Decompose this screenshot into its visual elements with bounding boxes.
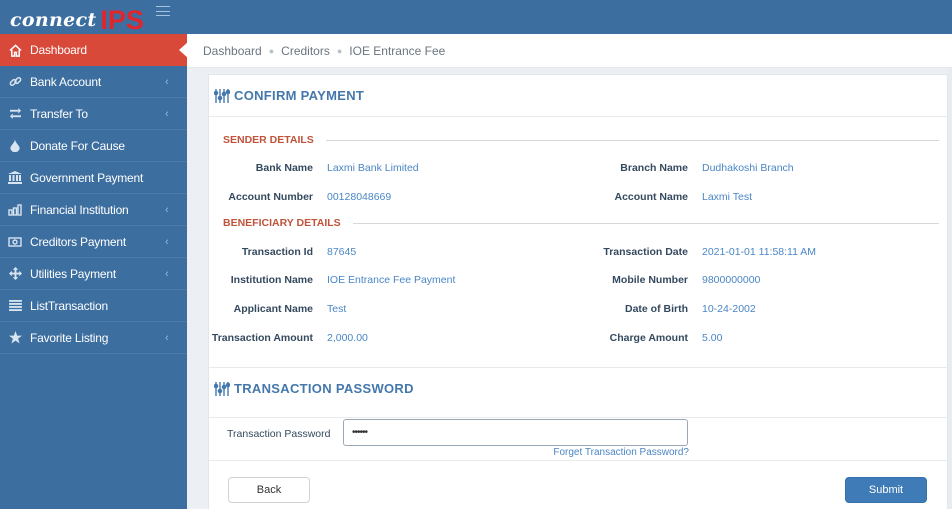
sidebar-item-label: Utilities Payment — [30, 266, 116, 281]
field-value: Laxmi Test — [702, 191, 752, 204]
sidebar-item-label: Creditors Payment — [30, 234, 126, 249]
sidebar: Dashboard Bank Account ‹ Transfer To ‹ Donate… — [0, 34, 188, 509]
field-label: Charge Amount — [609, 331, 688, 344]
confirm-payment-header: CONFIRM PAYMENT — [209, 75, 947, 117]
sidebar-item-bank-account[interactable]: Bank Account ‹ — [0, 66, 187, 98]
field-value: IOE Entrance Fee Payment — [327, 274, 456, 287]
field-value: Test — [327, 303, 347, 316]
breadcrumb-separator: ● — [336, 45, 343, 56]
sidebar-item-label: ListTransaction — [30, 298, 108, 313]
transaction-password-title: TRANSACTION PASSWORD — [234, 381, 414, 396]
sidebar-item-label: Donate For Cause — [30, 138, 125, 153]
chevron-left-icon: ‹ — [165, 235, 169, 248]
back-button[interactable]: Back — [228, 477, 310, 503]
breadcrumb-creditors[interactable]: Creditors — [281, 44, 330, 58]
logo-ips-text: IPS — [100, 5, 144, 35]
transaction-password-label: Transaction Password — [227, 428, 331, 440]
detail-row: Applicant Name Test Date of Birth 10-24-200… — [209, 295, 947, 324]
field-label: Bank Name — [255, 162, 313, 175]
bank-building-icon — [0, 171, 30, 184]
chevron-left-icon: ‹ — [165, 267, 169, 280]
field-label: Applicant Name — [233, 303, 313, 316]
sidebar-item-label: Financial Institution — [30, 202, 129, 217]
detail-row: Transaction Amount 2,000.00 Charge Amount 5… — [209, 323, 947, 352]
money-icon — [0, 236, 30, 247]
sender-details-heading: SENDER DETAILS — [223, 129, 939, 151]
sidebar-item-label: Government Payment — [30, 170, 144, 185]
field-label: Transaction Id — [241, 245, 313, 258]
field-value: 9800000000 — [702, 274, 761, 287]
breadcrumb-current: IOE Entrance Fee — [349, 43, 446, 58]
detail-row: Transaction Id 87645 Transaction Date 2021-… — [209, 237, 947, 266]
forget-transaction-password-link[interactable]: Forget Transaction Password? — [553, 447, 689, 458]
sidebar-item-dashboard[interactable]: Dashboard — [0, 34, 188, 66]
field-label: Date of Birth — [625, 303, 688, 316]
exchange-icon — [0, 108, 30, 119]
field-label: Institution Name — [230, 274, 313, 287]
field-label: Transaction Amount — [211, 331, 313, 344]
sidebar-item-transfer-to[interactable]: Transfer To ‹ — [0, 98, 187, 130]
breadcrumb-dashboard[interactable]: Dashboard — [203, 44, 262, 58]
sidebar-item-donate-for-cause[interactable]: Donate For Cause — [0, 130, 187, 162]
transaction-password-input[interactable] — [343, 419, 688, 446]
logo-connect-text: connect — [10, 9, 97, 31]
detail-row: Account Number 00128048669 Account Name Lax… — [209, 183, 947, 212]
sidebar-item-label: Transfer To — [30, 106, 88, 121]
field-value: 5.00 — [702, 331, 723, 344]
field-value: Dudhakoshi Branch — [702, 162, 794, 175]
confirm-payment-title: CONFIRM PAYMENT — [234, 88, 365, 103]
field-value: Laxmi Bank Limited — [327, 162, 419, 175]
field-label: Account Name — [614, 191, 688, 204]
list-icon — [0, 300, 30, 311]
chevron-left-icon: ‹ — [165, 331, 169, 344]
top-bar: connect IPS — [0, 0, 952, 34]
bar-chart-icon — [0, 203, 30, 216]
breadcrumb-separator: ● — [268, 45, 275, 56]
menu-toggle-icon[interactable] — [156, 6, 170, 16]
sidebar-item-listtransaction[interactable]: ListTransaction — [0, 290, 187, 322]
sidebar-item-creditors-payment[interactable]: Creditors Payment ‹ — [0, 226, 187, 258]
field-value: 2021-01-01 11:58:11 AM — [702, 245, 817, 258]
field-value: 2,000.00 — [327, 331, 368, 344]
field-value: 10-24-2002 — [702, 303, 756, 316]
beneficiary-details-heading: BENEFICIARY DETAILS — [223, 212, 939, 234]
beneficiary-details-label: BENEFICIARY DETAILS — [223, 217, 341, 230]
confirm-payment-panel: CONFIRM PAYMENT SENDER DETAILS Bank Name… — [208, 74, 949, 509]
sidebar-item-utilities-payment[interactable]: Utilities Payment ‹ — [0, 258, 187, 290]
drop-icon — [0, 139, 30, 152]
field-value: 00128048669 — [327, 191, 392, 204]
sender-details: Bank Name Laxmi Bank Limited Branch Name Du… — [209, 151, 947, 211]
sliders-icon — [214, 88, 230, 103]
transaction-password-header: TRANSACTION PASSWORD — [209, 367, 949, 409]
chevron-left-icon: ‹ — [165, 107, 169, 120]
sidebar-item-label: Bank Account — [30, 74, 101, 89]
sender-details-label: SENDER DETAILS — [223, 134, 314, 146]
sidebar-item-label: Dashboard — [30, 43, 87, 57]
field-label: Transaction Date — [603, 245, 688, 258]
move-arrows-icon — [0, 267, 30, 280]
detail-row: Institution Name IOE Entrance Fee Payment… — [209, 266, 947, 295]
star-icon — [0, 331, 30, 344]
beneficiary-details: Transaction Id 87645 Transaction Date 2021-… — [209, 234, 947, 352]
transaction-password-row: Transaction Password Forget Transaction … — [209, 417, 949, 461]
sidebar-item-financial-institution[interactable]: Financial Institution ‹ — [0, 194, 187, 226]
chevron-left-icon: ‹ — [165, 75, 169, 88]
chevron-left-icon: ‹ — [165, 203, 169, 216]
submit-button[interactable]: Submit — [845, 477, 927, 503]
link-icon — [0, 75, 30, 88]
sidebar-item-label: Favorite Listing — [30, 330, 109, 345]
field-label: Account Number — [228, 191, 313, 204]
connectips-logo[interactable]: connect IPS — [10, 2, 144, 34]
field-value: 87645 — [327, 245, 357, 258]
field-label: Branch Name — [620, 162, 688, 175]
sliders-icon — [214, 381, 230, 396]
sidebar-item-government-payment[interactable]: Government Payment — [0, 162, 187, 194]
sidebar-item-favorite-listing[interactable]: Favorite Listing ‹ — [0, 322, 187, 354]
detail-row: Bank Name Laxmi Bank Limited Branch Name Du… — [209, 154, 947, 183]
field-label: Mobile Number — [612, 274, 688, 287]
page-scrollbar[interactable] — [948, 68, 952, 509]
breadcrumb: Dashboard ● Creditors ● IOE Entrance Fee — [187, 34, 952, 68]
home-icon — [0, 43, 30, 57]
